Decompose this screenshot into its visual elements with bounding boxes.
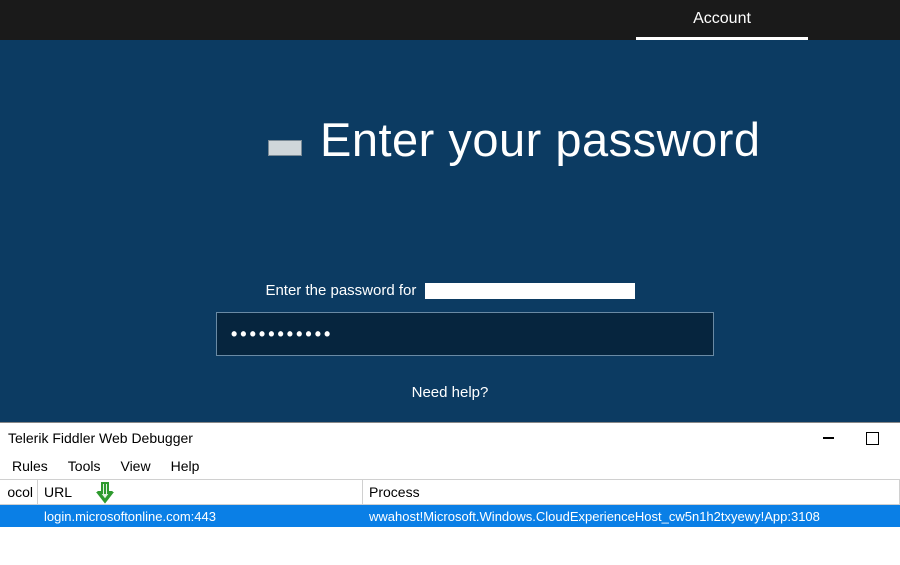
col-protocol[interactable]: ocol [0, 480, 38, 504]
need-help-link[interactable]: Need help? [0, 384, 900, 401]
page-title: Enter your password [320, 112, 761, 167]
fiddler-column-headers: ocol URL Process [0, 479, 900, 505]
cell-protocol [0, 505, 38, 527]
menu-view[interactable]: View [114, 456, 156, 476]
col-url[interactable]: URL [38, 480, 363, 504]
fiddler-title-bar[interactable]: Telerik Fiddler Web Debugger [0, 423, 900, 453]
fiddler-window: Telerik Fiddler Web Debugger Rules Tools… [0, 422, 900, 565]
tab-account-label: Account [693, 10, 751, 28]
session-row[interactable]: login.microsoftonline.com:443 wwahost!Mi… [0, 505, 900, 527]
tab-account[interactable]: Account [636, 0, 808, 40]
fiddler-title: Telerik Fiddler Web Debugger [6, 430, 806, 446]
menu-help[interactable]: Help [165, 456, 206, 476]
minimize-button[interactable] [806, 423, 850, 453]
maximize-button[interactable] [850, 423, 894, 453]
password-input[interactable]: ••••••••••• [216, 312, 714, 356]
screen: Account Enter your password Enter the pa… [0, 0, 900, 565]
cell-url: login.microsoftonline.com:443 [38, 505, 363, 527]
menu-tools[interactable]: Tools [62, 456, 107, 476]
menu-rules[interactable]: Rules [6, 456, 54, 476]
subtext-email-masked [425, 283, 635, 299]
password-value-masked: ••••••••••• [231, 324, 333, 345]
subtext: Enter the password for [0, 282, 900, 299]
cell-process: wwahost!Microsoft.Windows.CloudExperienc… [363, 505, 900, 527]
fiddler-menu-bar: Rules Tools View Help [0, 453, 900, 479]
subtext-prefix: Enter the password for [265, 282, 416, 299]
back-button[interactable] [268, 140, 302, 156]
col-process[interactable]: Process [363, 480, 900, 504]
title-bar: Account [0, 0, 900, 40]
